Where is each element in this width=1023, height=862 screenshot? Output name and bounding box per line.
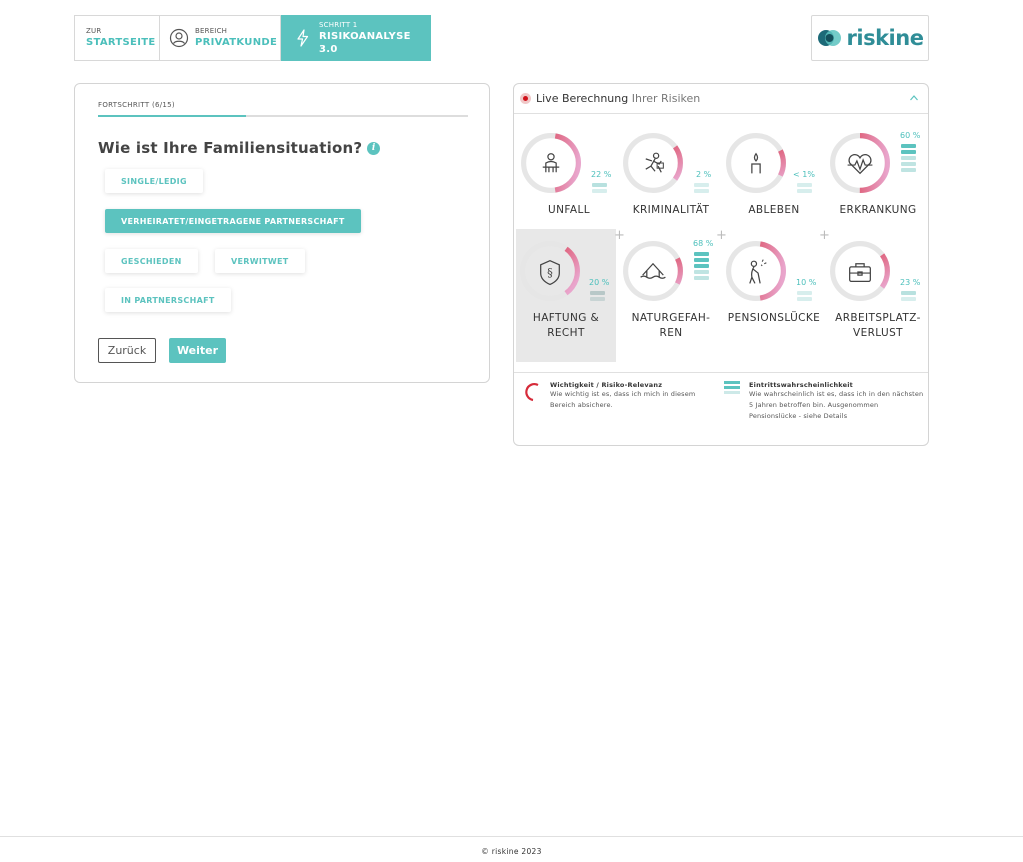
info-icon[interactable]: i: [367, 141, 381, 155]
probability-bars: [694, 183, 709, 195]
risk-label: KRIMINALITÄT: [632, 204, 710, 216]
footer-copyright: © riskine 2023: [481, 847, 542, 856]
probability-bars: [592, 183, 607, 195]
risk-tile-kriminalität[interactable]: 2 % KRIMINALITÄT: [620, 128, 722, 238]
risk-label: HAFTUNG & RECHT: [532, 312, 600, 339]
option-partnership[interactable]: IN PARTNERSCHAFT: [105, 288, 231, 312]
lightning-icon: [293, 28, 313, 48]
risk-tile-arbeitsplatz-verlust[interactable]: 23 % ARBEITSPLATZ- VERLUST: [827, 236, 929, 346]
nav-step-link[interactable]: SCHRITT 1 RISIKOANALYSE 3.0: [281, 15, 431, 61]
risk-tile-naturgefah-ren[interactable]: 68 % NATURGEFAH- REN: [620, 236, 722, 346]
risk-probability-value: 68 %: [693, 239, 714, 248]
chevron-up-icon[interactable]: [909, 93, 919, 103]
risk-probability-value: 10 %: [796, 278, 817, 287]
injured-person-icon: [542, 153, 560, 173]
divider-plus-icon: +: [716, 228, 727, 243]
nav-home-small: ZUR: [86, 27, 102, 35]
elderly-person-icon: [749, 259, 767, 284]
live-risk-title: Live Berechnung Ihrer Risiken: [536, 92, 700, 105]
risk-tile-haftung-recht[interactable]: § 20 % HAFTUNG & RECHT: [516, 229, 616, 362]
divider-plus-icon: +: [819, 228, 830, 243]
option-single[interactable]: SINGLE/LEDIG: [105, 169, 203, 193]
option-widowed[interactable]: VERWITWET: [215, 249, 305, 273]
divider-plus-icon: +: [614, 228, 625, 243]
risk-label: PENSIONSLÜCKE: [727, 312, 821, 324]
probability-bars: [901, 144, 916, 174]
live-risk-header[interactable]: Live Berechnung Ihrer Risiken: [514, 84, 928, 114]
probability-bars-icon: [724, 381, 740, 394]
risk-probability-value: 23 %: [900, 278, 921, 287]
svg-text:§: §: [547, 265, 553, 279]
live-indicator-icon: [520, 93, 531, 104]
footer: © riskine 2023: [0, 836, 1023, 862]
legend-relevance: Wichtigkeit / Risiko-Relevanz Wie wichti…: [550, 381, 700, 411]
risk-label: ERKRANKUNG: [839, 204, 917, 216]
risk-probability-value: < 1%: [793, 170, 815, 179]
relevance-ring: [623, 241, 683, 301]
probability-bars: [797, 291, 812, 303]
relevance-ring: [830, 241, 890, 301]
nav-home-link[interactable]: ZUR STARTSEITE: [74, 15, 160, 61]
question-text: Wie ist Ihre Familiensituation?: [98, 139, 363, 157]
legend-probability-desc: Wie wahrscheinlich ist es, dass ich in d…: [749, 390, 924, 420]
candle-icon: [751, 152, 761, 174]
probability-bars: [797, 183, 812, 195]
relevance-ring-icon: [525, 383, 539, 402]
briefcase-icon: [849, 263, 871, 282]
progress-label: FORTSCHRITT (6/15): [98, 101, 175, 109]
relevance-ring: §: [520, 241, 580, 301]
live-risk-panel: Live Berechnung Ihrer Risiken 22 % UNFALL…: [513, 83, 929, 446]
option-divorced[interactable]: GESCHIEDEN: [105, 249, 198, 273]
thief-icon: [645, 152, 664, 173]
heart-pulse-icon: [847, 154, 873, 175]
probability-bars: [590, 291, 605, 303]
probability-bars: [901, 291, 916, 303]
next-button[interactable]: Weiter: [169, 338, 226, 363]
legend-probability-title: Eintrittswahrscheinlichkeit: [749, 381, 853, 389]
risk-legend: Wichtigkeit / Risiko-Relevanz Wie wichti…: [514, 372, 928, 446]
probability-bars: [694, 252, 709, 282]
relevance-ring: [830, 133, 890, 193]
risk-tile-ableben[interactable]: < 1% ABLEBEN: [723, 128, 825, 238]
live-risk-title-strong: Live Berechnung: [536, 92, 629, 105]
top-navigation: ZUR STARTSEITE BEREICH PRIVATKUNDE SCHRI…: [74, 15, 431, 61]
risk-tile-erkrankung[interactable]: 60 % ERKRANKUNG: [827, 128, 929, 238]
nav-area-link[interactable]: BEREICH PRIVATKUNDE: [160, 15, 281, 61]
question-panel: FORTSCHRITT (6/15) Wie ist Ihre Familien…: [74, 83, 490, 383]
risk-tile-unfall[interactable]: 22 % UNFALL: [518, 128, 620, 238]
risk-label: NATURGEFAH- REN: [631, 312, 711, 339]
nav-step-label: RISIKOANALYSE 3.0: [319, 30, 411, 55]
back-button[interactable]: Zurück: [98, 338, 156, 363]
nav-area-small: BEREICH: [195, 27, 228, 35]
legend-probability: Eintrittswahrscheinlichkeit Wie wahrsche…: [749, 381, 924, 422]
progress-bar: [98, 115, 468, 117]
nav-step-small: SCHRITT 1: [319, 20, 358, 29]
nav-area-label: PRIVATKUNDE: [195, 37, 278, 48]
risk-probability-value: 60 %: [900, 131, 921, 140]
progress-bar-fill: [98, 115, 246, 117]
riskine-logo[interactable]: riskine: [811, 15, 929, 61]
relevance-ring: [521, 133, 581, 193]
risk-label: ARBEITSPLATZ- VERLUST: [835, 312, 921, 339]
relevance-ring: [726, 241, 786, 301]
user-circle-icon: [169, 28, 189, 48]
risk-label: ABLEBEN: [748, 204, 800, 216]
option-married[interactable]: VERHEIRATET/EINGETRAGENE PARTNERSCHAFT: [105, 209, 361, 233]
relevance-ring: [726, 133, 786, 193]
risk-probability-value: 22 %: [591, 170, 612, 179]
risk-probability-value: 20 %: [589, 278, 610, 287]
legend-relevance-desc: Wie wichtig ist es, dass ich mich in die…: [550, 390, 696, 409]
risk-label: UNFALL: [548, 204, 590, 216]
riskine-logo-mark-icon: [817, 30, 841, 46]
law-shield-icon: §: [540, 259, 560, 286]
live-risk-title-light: Ihrer Risiken: [631, 92, 701, 105]
risk-probability-value: 2 %: [696, 170, 712, 179]
question-title: Wie ist Ihre Familiensituation? i: [98, 139, 381, 157]
flood-house-icon: [640, 262, 666, 279]
relevance-ring: [623, 133, 683, 193]
nav-home-label: STARTSEITE: [86, 37, 156, 48]
logo-text: riskine: [846, 26, 924, 50]
risk-tile-pensionslücke[interactable]: 10 % PENSIONSLÜCKE: [723, 236, 825, 346]
legend-relevance-title: Wichtigkeit / Risiko-Relevanz: [550, 381, 663, 389]
